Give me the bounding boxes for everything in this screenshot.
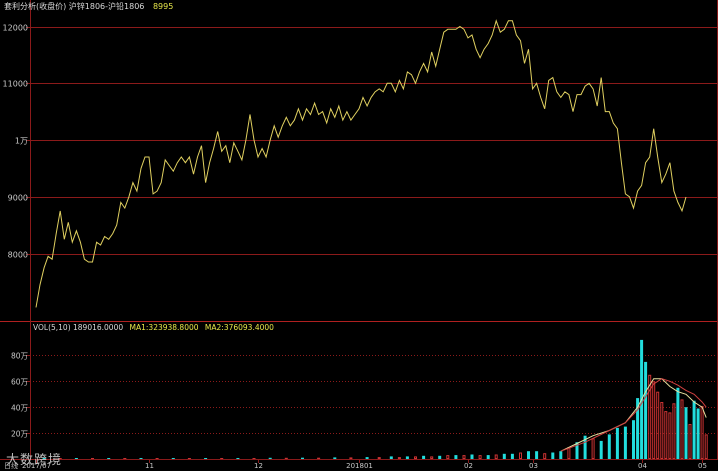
volume-bar-up xyxy=(139,458,143,459)
volume-ma1-value: MA1:323938.8000 xyxy=(129,323,199,332)
volume-header: VOL(5,10) 189016.0000 MA1:323938.8000 MA… xyxy=(33,323,274,332)
x-tick-label: 12 xyxy=(254,462,263,470)
volume-bar-up xyxy=(422,455,426,459)
x-tick-label: 201801 xyxy=(346,462,373,470)
volume-bar-up xyxy=(696,408,700,459)
volume-bar-down xyxy=(187,458,191,460)
volume-bar-up xyxy=(301,457,304,459)
price-tick-label: 12000 xyxy=(3,24,28,33)
volume-bar-up xyxy=(486,455,490,459)
arbitrage-chart: 12000110001万90008000 80万60万40万20万 2017/0… xyxy=(0,0,718,471)
volume-bar-up xyxy=(615,427,619,459)
volume-bar-up xyxy=(365,457,369,459)
volume-bar-up xyxy=(454,455,458,459)
volume-tick-label: 20万 xyxy=(11,430,29,439)
last-value: 8995 xyxy=(152,2,174,11)
volume-bar-up xyxy=(632,420,635,459)
volume-bar-up xyxy=(676,387,680,459)
chart-background xyxy=(0,0,718,471)
volume-bar-down xyxy=(377,457,381,460)
volume-bar-up xyxy=(692,400,696,459)
price-tick-label: 8000 xyxy=(8,251,28,260)
volume-bar-down xyxy=(284,457,288,460)
x-tick-label: 05 xyxy=(698,462,707,470)
volume-bar-down xyxy=(123,458,127,460)
volume-bar-up xyxy=(438,455,442,459)
x-tick-label: 02 xyxy=(464,462,473,470)
timeframe-label: 日线 xyxy=(4,462,18,470)
volume-bar-up xyxy=(405,456,409,459)
volume-bar-down xyxy=(91,458,94,460)
volume-bar-up xyxy=(684,407,688,459)
volume-tick-label: 40万 xyxy=(11,404,29,413)
volume-tick-label: 60万 xyxy=(11,378,29,387)
volume-bar-up xyxy=(535,451,539,459)
volume-bar-up xyxy=(527,451,530,459)
volume-bar-up xyxy=(171,458,175,459)
price-tick-label: 11000 xyxy=(3,80,28,89)
x-tick-label: 04 xyxy=(638,462,647,470)
volume-bar-up xyxy=(599,440,603,459)
chart-header: 套利分析(收盘价) 沪锌1806-沪铅1806 8995 xyxy=(4,1,173,12)
price-tick-label: 1万 xyxy=(15,137,28,146)
price-tick-label: 9000 xyxy=(8,194,28,203)
volume-bar-down xyxy=(317,457,321,460)
volume-bar-up xyxy=(502,453,506,459)
volume-bar-up xyxy=(470,454,474,459)
volume-bar-up xyxy=(389,456,393,459)
volume-bar-up xyxy=(623,426,627,459)
volume-bar-down xyxy=(252,458,256,460)
chart-title: 套利分析(收盘价) 沪锌1806-沪铅1806 xyxy=(4,2,145,11)
volume-label: VOL(5,10) 189016.0000 xyxy=(33,323,124,332)
x-tick-label: 03 xyxy=(529,462,538,470)
volume-bar-down xyxy=(349,457,353,459)
volume-bar-down xyxy=(155,458,159,460)
volume-bar-up xyxy=(204,458,208,459)
volume-bar-down xyxy=(220,458,224,460)
volume-bar-up xyxy=(333,457,337,459)
volume-bar-up xyxy=(559,451,563,459)
volume-bar-up xyxy=(510,453,514,459)
volume-tick-label: 80万 xyxy=(11,352,29,361)
volume-bar-up xyxy=(107,458,111,459)
x-tick-label: 11 xyxy=(145,462,154,470)
volume-bar-up xyxy=(607,434,611,459)
volume-bar-up xyxy=(551,452,555,459)
volume-bar-up xyxy=(236,458,240,459)
volume-ma2-value: MA2:376093.4000 xyxy=(204,323,274,332)
volume-bar-down xyxy=(397,457,401,460)
volume-bar-up xyxy=(644,361,648,459)
volume-bar-up xyxy=(74,458,78,459)
volume-bar-up xyxy=(268,457,272,459)
